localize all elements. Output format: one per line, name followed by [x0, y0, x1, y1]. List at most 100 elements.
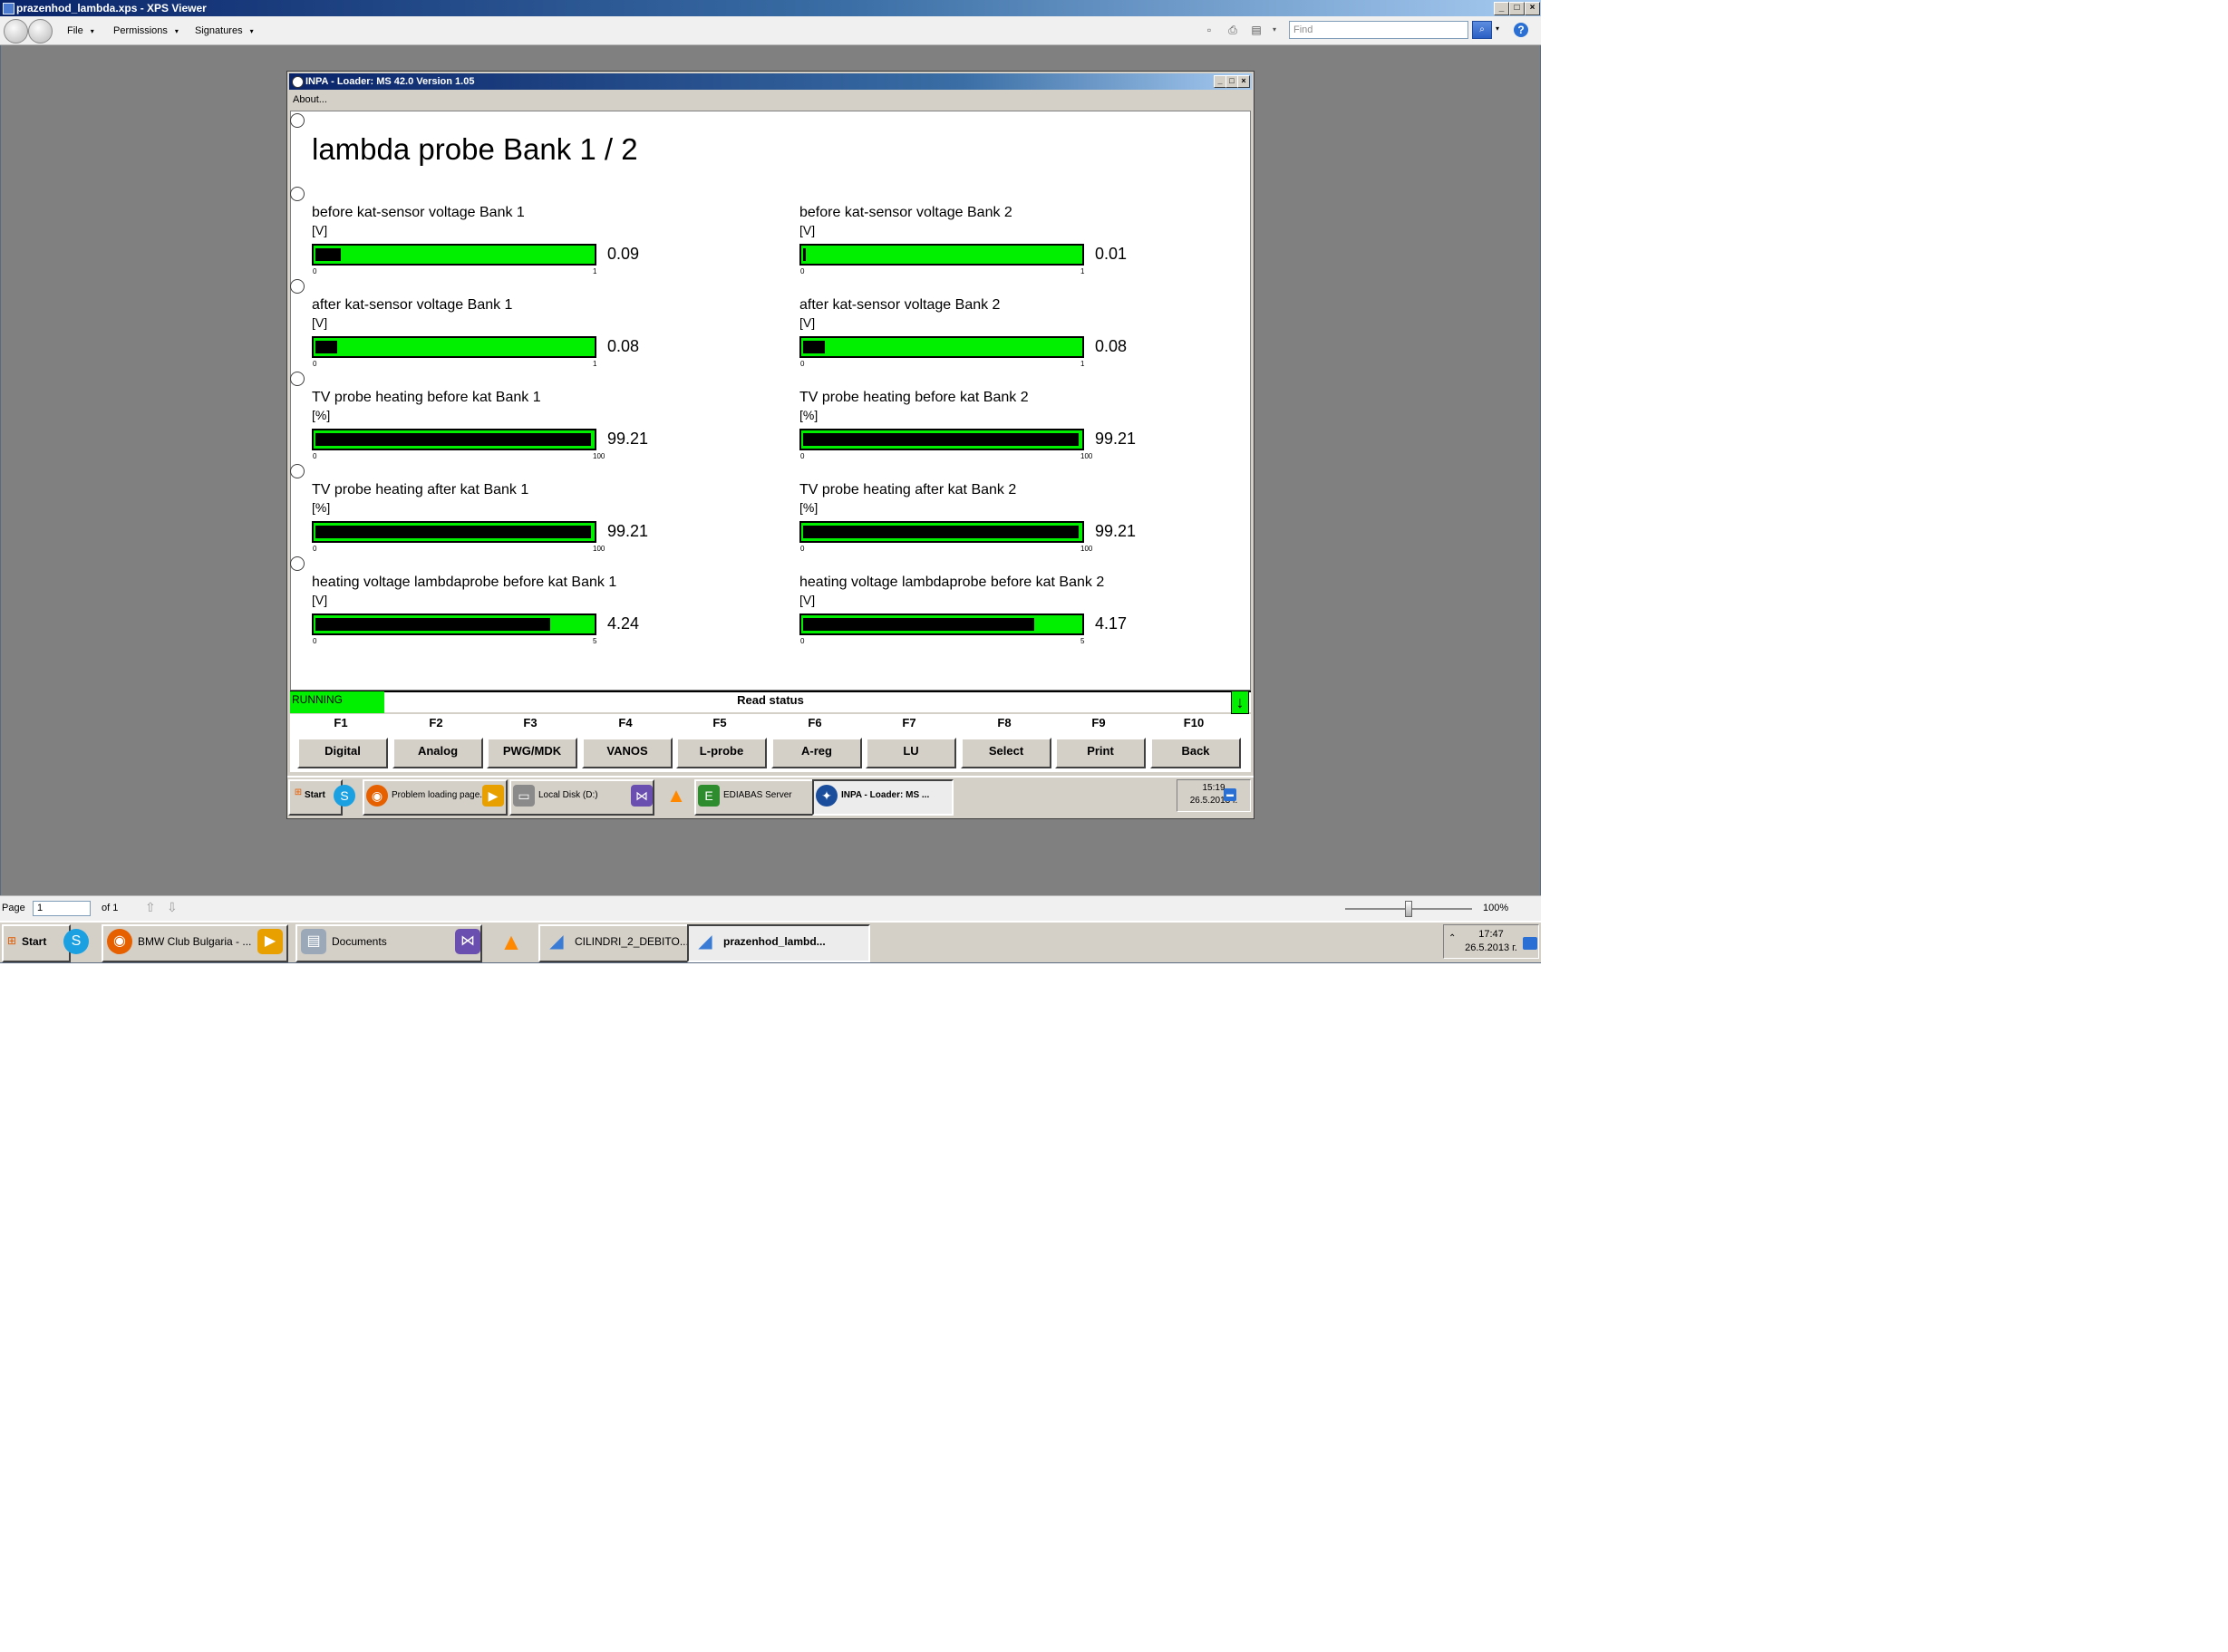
windows-logo-icon: ⊞ — [6, 934, 17, 947]
radio-button[interactable] — [290, 279, 305, 294]
indicator-label: after kat-sensor voltage Bank 1 — [312, 297, 513, 313]
desktop-icon[interactable] — [1523, 937, 1537, 950]
xps-window-title: prazenhod_lambda.xps - XPS Viewer — [16, 2, 207, 14]
fkey-label-f6: F6 — [808, 716, 822, 729]
xps-document-icon: ◢ — [549, 932, 564, 952]
menu-signatures[interactable]: Signatures ▾ — [195, 23, 254, 39]
print-icon[interactable]: ⎙ — [1225, 23, 1240, 37]
fkey-label-f7: F7 — [902, 716, 916, 729]
help-icon[interactable]: ? — [1514, 23, 1528, 37]
search-icon: ⌕ — [1479, 24, 1485, 34]
firefox-icon: ◉ — [107, 929, 132, 954]
analog-button[interactable]: Analog — [392, 738, 483, 768]
fkey-label-f4: F4 — [618, 716, 633, 729]
media-player-icon[interactable]: ▶ — [257, 929, 283, 954]
page-view-icon[interactable]: ▫ — [1202, 23, 1216, 37]
find-options-chevron-icon[interactable]: ▾ — [1496, 24, 1499, 33]
gauge-value: 4.17 — [1095, 614, 1128, 633]
fkey-label-f9: F9 — [1091, 716, 1106, 729]
print-button[interactable]: Print — [1055, 738, 1146, 768]
zoom-slider-thumb[interactable] — [1405, 901, 1412, 917]
visual-studio-icon[interactable]: ⋈ — [631, 785, 653, 807]
gauge-fill — [315, 248, 341, 261]
xps-document-icon: ◢ — [698, 932, 712, 952]
media-player-icon[interactable]: ▶ — [482, 785, 504, 807]
a-reg-button[interactable]: A-reg — [771, 738, 862, 768]
skype-icon[interactable]: S — [334, 785, 355, 807]
skype-icon[interactable]: S — [63, 929, 89, 954]
radio-button[interactable] — [290, 556, 305, 571]
gauge-fill — [315, 433, 591, 446]
tray-clock-date: 26.5.2013 г. — [1465, 942, 1517, 953]
page-label: Page — [2, 903, 25, 913]
status-text: Read status — [737, 693, 804, 707]
find-search-button[interactable]: ⌕ — [1472, 21, 1492, 39]
gauge-min-tick: 0 — [800, 360, 805, 368]
menu-file[interactable]: File ▾ — [67, 23, 94, 39]
menu-permissions[interactable]: Permissions ▾ — [113, 23, 179, 39]
gauge-bar — [799, 429, 1084, 450]
gauge-max-tick: 1 — [1080, 267, 1085, 275]
inpa-close-button[interactable]: × — [1237, 75, 1250, 88]
back-button[interactable] — [4, 19, 28, 43]
gauge-max-tick: 100 — [1080, 452, 1093, 460]
indicator-unit: [V] — [799, 593, 816, 607]
gauge-value: 99.21 — [607, 522, 649, 540]
previous-page-icon[interactable]: ⇧ — [145, 900, 156, 915]
gauge-value: 0.08 — [607, 337, 640, 355]
indicator-label: TV probe heating after kat Bank 1 — [312, 482, 529, 498]
menu-about[interactable]: About... — [293, 94, 327, 105]
back-button[interactable]: Back — [1150, 738, 1241, 768]
gauge-value: 99.21 — [1095, 430, 1137, 448]
gauge-max-tick: 100 — [593, 452, 605, 460]
radio-button[interactable] — [290, 372, 305, 386]
xps-titlebar: prazenhod_lambda.xps - XPS Viewer _ □ × — [0, 0, 1541, 16]
gauge-min-tick: 0 — [313, 360, 317, 368]
radio-button[interactable] — [290, 464, 305, 478]
vlc-icon[interactable]: ▲ — [499, 929, 524, 954]
vanos-button[interactable]: VANOS — [582, 738, 673, 768]
view-options-icon[interactable]: ▤ — [1249, 23, 1264, 37]
l-probe-button[interactable]: L-probe — [676, 738, 767, 768]
gauge-bar — [312, 521, 596, 543]
indicator-unit: [V] — [312, 223, 328, 237]
page-number-input[interactable]: 1 — [33, 901, 91, 916]
fkey-label-f3: F3 — [523, 716, 538, 729]
pwg-mdk-button[interactable]: PWG/MDK — [487, 738, 577, 768]
indicator-label: after kat-sensor voltage Bank 2 — [799, 297, 1001, 313]
page-title: lambda probe Bank 1 / 2 — [312, 132, 638, 166]
next-page-icon[interactable]: ⇩ — [167, 900, 178, 915]
inpa-minimize-button[interactable]: _ — [1214, 75, 1226, 88]
xps-statusbar: Page of 1 ⇧ ⇩ 100% — [0, 895, 1541, 921]
select-button[interactable]: Select — [961, 738, 1051, 768]
gauge-max-tick: 1 — [593, 267, 597, 275]
indicator-unit: [%] — [312, 408, 331, 422]
inner-system-tray: 15:19 26.5.2013 г. — [1177, 779, 1251, 812]
tray-expand-icon[interactable]: ⌃ — [1448, 933, 1456, 943]
radio-button[interactable] — [290, 113, 305, 128]
arrow-down-icon[interactable]: ↓ — [1231, 691, 1249, 714]
zoom-level: 100% — [1483, 903, 1509, 913]
indicator-label: TV probe heating after kat Bank 2 — [799, 482, 1017, 498]
find-input[interactable]: Find — [1289, 21, 1468, 39]
gauge-value: 0.08 — [1095, 337, 1128, 355]
gauge-min-tick: 0 — [800, 545, 805, 553]
inpa-maximize-button[interactable]: □ — [1225, 75, 1238, 88]
radio-button[interactable] — [290, 187, 305, 201]
indicator-unit: [V] — [799, 223, 816, 237]
lu-button[interactable]: LU — [866, 738, 956, 768]
minimize-button[interactable]: _ — [1494, 2, 1509, 15]
visual-studio-icon[interactable]: ⋈ — [455, 929, 480, 954]
page-count: of 1 — [102, 903, 119, 913]
gauge-min-tick: 0 — [313, 545, 317, 553]
forward-button[interactable] — [28, 19, 53, 43]
firefox-icon: ◉ — [366, 785, 388, 807]
chevron-down-icon[interactable]: ▾ — [1267, 23, 1282, 37]
indicator-label: heating voltage lambdaprobe before kat B… — [799, 575, 1105, 590]
digital-button[interactable]: Digital — [297, 738, 388, 768]
close-button[interactable]: × — [1525, 2, 1540, 15]
desktop-icon[interactable]: ▬ — [1224, 788, 1236, 801]
vlc-icon[interactable]: ▲ — [665, 785, 687, 807]
gauge-bar — [799, 336, 1084, 358]
restore-button[interactable]: □ — [1509, 2, 1525, 15]
